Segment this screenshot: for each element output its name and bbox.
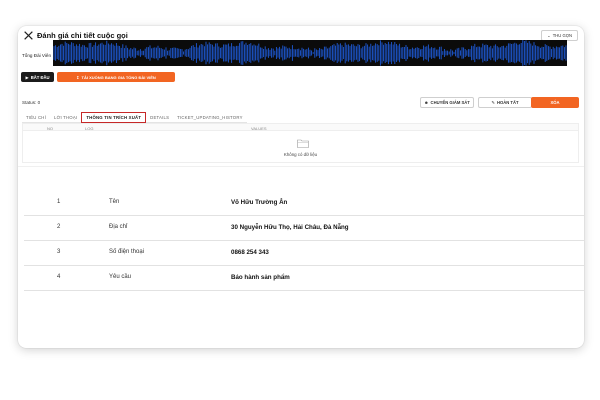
waveform-graphic	[53, 40, 567, 66]
page-title: Đánh giá chi tiết cuộc gọi	[37, 31, 128, 40]
section-divider	[18, 166, 584, 167]
play-button-label: BẮT ĐẦU	[30, 74, 50, 80]
tab-bar: TIÊU CHÍ LỜI THOẠI THÔNG TIN TRÍCH XUẤT …	[22, 112, 247, 123]
empty-state-text: Không có dữ liệu	[283, 152, 318, 157]
tab-label: DETAILS	[150, 114, 170, 120]
extracted-info-list: 1 Tên Võ Hữu Trường Ân 2 Địa chỉ 30 Nguy…	[24, 191, 584, 291]
tab-extracted-info[interactable]: THÔNG TIN TRÍCH XUẤT	[81, 112, 147, 123]
row-value: Võ Hữu Trường Ân	[231, 198, 288, 206]
complete-button-label: HOÀN TẤT	[496, 100, 519, 105]
table-row: 1 Tên Võ Hữu Trường Ân	[24, 191, 584, 216]
empty-folder-icon	[297, 139, 309, 148]
table-row: 4 Yêu cầu Báo hành sản phẩm	[24, 266, 584, 291]
tab-criteria[interactable]: TIÊU CHÍ	[22, 112, 50, 123]
tab-label: THÔNG TIN TRÍCH XUẤT	[86, 115, 142, 120]
play-button[interactable]: ▶ BẮT ĐẦU	[21, 72, 54, 82]
table-row: 2 Địa chỉ 30 Nguyễn Hữu Thọ, Hải Châu, Đ…	[24, 216, 584, 241]
collapse-button-label: THU GỌN	[552, 33, 572, 38]
row-value: 0868 254 343	[231, 248, 269, 256]
transfer-button-label: CHUYỂN GIÁM SÁT	[430, 100, 470, 105]
column-header-values: VALUES	[251, 125, 267, 131]
row-value: Báo hành sản phẩm	[231, 273, 290, 281]
row-number: 1	[57, 199, 61, 205]
tab-label: TIÊU CHÍ	[26, 114, 46, 120]
download-button-label: TẢI XUỐNG BANG GIA TỔNG ĐÀI VIÊN	[81, 74, 156, 80]
row-label: Địa chỉ	[109, 224, 128, 230]
tab-details[interactable]: DETAILS	[146, 112, 174, 123]
delete-button-label: XÓA	[550, 100, 560, 105]
chevron-down-icon: ⌄	[547, 33, 551, 38]
column-header-no: NO	[47, 125, 53, 131]
extracted-log-table: NO LOG VALUES Không có dữ liệu	[22, 123, 579, 163]
delete-button[interactable]: XÓA	[531, 97, 579, 108]
tab-ticket-history[interactable]: TICKET_UPDATING_HISTORY	[173, 112, 247, 123]
table-header: NO LOG VALUES	[23, 124, 578, 131]
audio-waveform[interactable]	[53, 40, 567, 66]
download-button[interactable]: ↧ TẢI XUỐNG BANG GIA TỔNG ĐÀI VIÊN	[57, 72, 175, 82]
row-label: Yêu cầu	[109, 274, 132, 280]
row-number: 3	[57, 249, 61, 255]
close-icon[interactable]	[23, 30, 34, 41]
chat-icon: ✎	[491, 100, 495, 105]
row-number: 4	[57, 274, 61, 280]
tab-label: LỜI THOẠI	[53, 114, 78, 120]
tab-label: TICKET_UPDATING_HISTORY	[177, 114, 243, 120]
complete-button[interactable]: ✎ HOÀN TẤT	[478, 97, 532, 108]
status-text: Status: 0	[22, 100, 41, 105]
transfer-supervisor-button[interactable]: ☻ CHUYỂN GIÁM SÁT	[420, 97, 474, 108]
call-review-panel: Đánh giá chi tiết cuộc gọi ⌄ THU GỌN Tổn…	[18, 26, 584, 348]
row-value: 30 Nguyễn Hữu Thọ, Hải Châu, Đà Nẵng	[231, 223, 349, 231]
tab-transcript[interactable]: LỜI THOẠI	[49, 112, 82, 123]
audio-channel-label: Tổng Đài Viên	[22, 53, 52, 58]
play-icon: ▶	[25, 74, 29, 80]
download-icon: ↧	[76, 74, 80, 80]
user-icon: ☻	[424, 100, 429, 105]
row-number: 2	[57, 224, 61, 230]
row-label: Tên	[109, 199, 120, 205]
row-label: Số điện thoại	[109, 249, 145, 255]
column-header-log: LOG	[85, 125, 94, 131]
table-row: 3 Số điện thoại 0868 254 343	[24, 241, 584, 266]
